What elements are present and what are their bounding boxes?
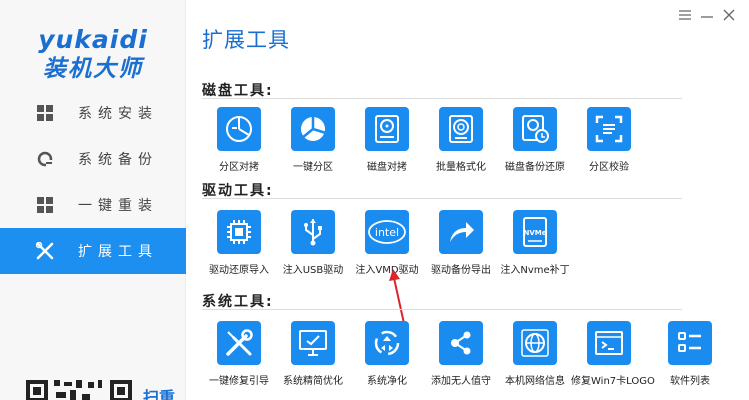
sidebar-item-label: 系统备份 (78, 152, 158, 168)
scan-label: 扫重 (143, 388, 176, 400)
scan-frame-icon (587, 107, 631, 151)
section-title-system-tools: 系统工具: (202, 294, 274, 310)
hard-disk-icon (365, 107, 409, 151)
tool-driver-restore-import[interactable]: 驱动还原导入 (201, 210, 277, 276)
tool-driver-backup-export[interactable]: 驱动备份导出 (423, 210, 499, 276)
disk-format-icon (439, 107, 483, 151)
sidebar-item-label: 一键重装 (78, 198, 158, 214)
terminal-icon (587, 321, 631, 365)
tool-partition-copy[interactable]: 分区对拷 (201, 107, 277, 173)
pie-chart-icon (291, 107, 335, 151)
chip-icon (217, 210, 261, 254)
disk-backup-icon (513, 107, 557, 151)
tool-label: 驱动备份导出 (431, 265, 491, 276)
nvme-icon-text: NVMe (524, 229, 547, 237)
intel-icon: intel (365, 210, 409, 254)
intel-icon-text: intel (375, 226, 399, 239)
tool-batch-format[interactable]: 批量格式化 (423, 107, 499, 173)
section-title-driver-tools: 驱动工具: (202, 183, 274, 199)
tool-label: 注入Nvme补丁 (500, 265, 570, 276)
divider (202, 98, 682, 99)
tool-fix-win7-logo-hang[interactable]: 修复Win7卡LOGO (571, 321, 655, 387)
divider (202, 309, 682, 310)
tool-system-slim-optimize[interactable]: 系统精简优化 (275, 321, 351, 387)
sidebar: yukaidi 装机大师 系统安装 系统备份 一键重装 扩展工具 扫重 (0, 0, 186, 400)
list-icon (668, 321, 712, 365)
grid-icon (36, 196, 54, 214)
backup-icon (36, 150, 54, 168)
minimize-icon[interactable] (700, 8, 714, 22)
sidebar-item-one-click-reinstall[interactable]: 一键重装 (0, 182, 186, 228)
tool-system-cleanup[interactable]: 系统净化 (349, 321, 425, 387)
tool-label: 注入USB驱动 (282, 265, 344, 276)
qr-code-image (26, 380, 132, 400)
tool-label: 驱动还原导入 (209, 265, 269, 276)
tool-one-click-partition[interactable]: 一键分区 (275, 107, 351, 173)
tool-inject-vmd-driver[interactable]: intel 注入VMD驱动 (349, 210, 425, 276)
tool-label: 批量格式化 (436, 162, 486, 173)
tool-label: 磁盘备份还原 (505, 162, 565, 173)
section-title-disk-tools: 磁盘工具: (202, 83, 274, 99)
tool-label: 本机网络信息 (505, 376, 565, 387)
network-nodes-icon (439, 321, 483, 365)
sidebar-item-label: 扩展工具 (78, 244, 158, 260)
tool-label: 一键修复引导 (209, 376, 269, 387)
monitor-optimize-icon (291, 321, 335, 365)
share-arrow-icon (439, 210, 483, 254)
tool-local-network-info[interactable]: 本机网络信息 (497, 321, 573, 387)
settings-menu-icon[interactable] (678, 8, 692, 22)
tool-label: 修复Win7卡LOGO (571, 376, 655, 387)
tool-add-unattended[interactable]: 添加无人值守 (423, 321, 499, 387)
tool-label: 分区校验 (589, 162, 629, 173)
page-title: 扩展工具 (202, 28, 290, 52)
tool-label: 软件列表 (670, 376, 710, 387)
sidebar-item-system-install[interactable]: 系统安装 (0, 90, 186, 136)
tool-disk-copy[interactable]: 磁盘对拷 (349, 107, 425, 173)
sidebar-nav: 系统安装 系统备份 一键重装 扩展工具 (0, 90, 186, 274)
divider (202, 198, 682, 199)
tool-label: 系统精简优化 (283, 376, 343, 387)
tool-partition-check[interactable]: 分区校验 (571, 107, 647, 173)
sidebar-item-extension-tools[interactable]: 扩展工具 (0, 228, 186, 274)
close-icon[interactable] (722, 8, 736, 22)
wrench-screwdriver-icon (217, 321, 261, 365)
app-logo: yukaidi 装机大师 (0, 26, 186, 84)
tool-inject-usb-driver[interactable]: 注入USB驱动 (275, 210, 351, 276)
partition-copy-icon (217, 107, 261, 151)
tool-label: 系统净化 (367, 376, 407, 387)
tool-label: 磁盘对拷 (367, 162, 407, 173)
nvme-ssd-icon: NVMe (513, 210, 557, 254)
tool-label: 分区对拷 (219, 162, 259, 173)
sidebar-item-system-backup[interactable]: 系统备份 (0, 136, 186, 182)
tool-inject-nvme-patch[interactable]: NVMe 注入Nvme补丁 (497, 210, 573, 276)
tool-software-list[interactable]: 软件列表 (652, 321, 728, 387)
tool-label: 添加无人值守 (431, 376, 491, 387)
logo-text-en: yukaidi (38, 25, 148, 54)
tool-label: 注入VMD驱动 (355, 265, 419, 276)
tools-icon (36, 242, 54, 260)
usb-icon (291, 210, 335, 254)
recycle-icon (365, 321, 409, 365)
sidebar-item-label: 系统安装 (78, 106, 158, 122)
tool-disk-backup-restore[interactable]: 磁盘备份还原 (497, 107, 573, 173)
globe-icon (513, 321, 557, 365)
tool-one-click-boot-repair[interactable]: 一键修复引导 (201, 321, 277, 387)
windows-icon (36, 104, 54, 122)
logo-text-cn: 装机大师 (43, 56, 143, 82)
tool-label: 一键分区 (293, 162, 333, 173)
